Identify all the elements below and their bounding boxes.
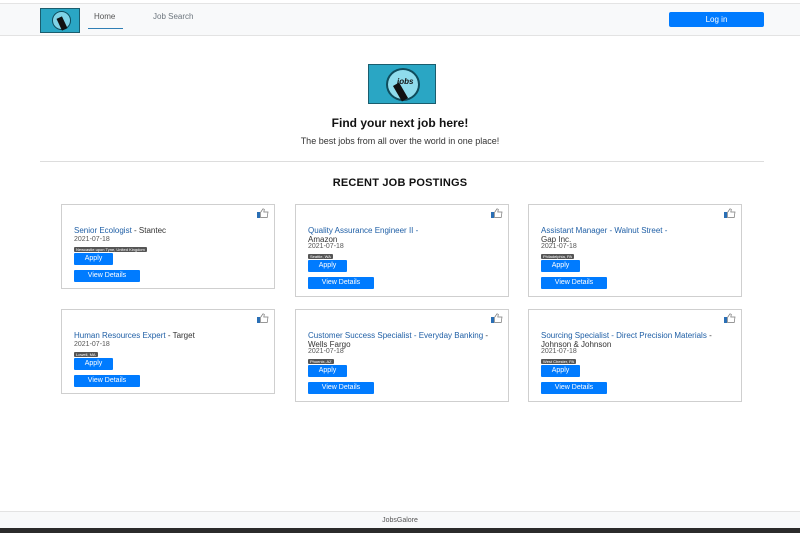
job-title-line: Assistant Manager - Walnut Street - Gap … [541,226,731,244]
login-button[interactable]: Log in [669,12,764,27]
thumbs-up-icon[interactable] [724,208,736,218]
view-details-button[interactable]: View Details [74,375,140,387]
job-title-line: Customer Success Specialist - Everyday B… [308,331,498,349]
view-details-button[interactable]: View Details [308,277,374,289]
thumbs-up-icon[interactable] [257,208,269,218]
job-date: 2021-07-18 [541,348,577,355]
apply-button[interactable]: Apply [74,253,113,265]
job-date: 2021-07-18 [74,236,110,243]
nav-active-indicator [88,28,123,29]
job-card: Quality Assurance Engineer II - Amazon 2… [295,204,509,297]
jobs-logo-icon[interactable] [40,8,80,33]
apply-button[interactable]: Apply [74,358,113,370]
thumbs-up-icon[interactable] [257,313,269,323]
location-badge: Newcastle upon Tyne, United Kingdom [74,247,147,252]
job-title-link[interactable]: Senior Ecologist [74,226,132,235]
thumbs-up-icon[interactable] [491,313,503,323]
view-details-button[interactable]: View Details [541,277,607,289]
job-title-link[interactable]: Customer Success Specialist - Everyday B… [308,331,483,340]
footer: JobsGalore [0,511,800,528]
hero-logo: jobs [368,64,436,104]
title-separator: - [131,226,139,235]
job-title-link[interactable]: Sourcing Specialist - Direct Precision M… [541,331,707,340]
apply-button[interactable]: Apply [541,365,580,377]
nav-home-link[interactable]: Home [94,12,115,21]
job-date: 2021-07-18 [74,341,110,348]
job-title-link[interactable]: Quality Assurance Engineer II [308,226,413,235]
title-separator: - [706,331,712,340]
title-separator: - [165,331,173,340]
job-date: 2021-07-18 [308,348,344,355]
job-title-link[interactable]: Assistant Manager - Walnut Street [541,226,663,235]
job-card: Human Resources Expert - Target 2021-07-… [61,309,275,394]
title-separator: - [413,226,419,235]
page-subtitle: The best jobs from all over the world in… [300,136,500,146]
apply-button[interactable]: Apply [541,260,580,272]
apply-button[interactable]: Apply [308,365,347,377]
title-separator: - [662,226,668,235]
taskbar-strip [0,528,800,533]
location-badge: Seattle, WA [308,254,333,259]
page-title: Find your next job here! [331,116,469,130]
job-date: 2021-07-18 [541,243,577,250]
section-title: RECENT JOB POSTINGS [332,177,468,189]
job-title-line: Quality Assurance Engineer II - Amazon [308,226,498,244]
navbar: Home Job Search Log in [0,4,800,36]
job-card: Assistant Manager - Walnut Street - Gap … [528,204,742,297]
thumbs-up-icon[interactable] [491,208,503,218]
job-date: 2021-07-18 [308,243,344,250]
view-details-button[interactable]: View Details [541,382,607,394]
nav-job-search-link[interactable]: Job Search [153,12,193,21]
location-badge: Lowell, MA [74,352,98,357]
job-company: Target [172,331,195,340]
job-title-line: Sourcing Specialist - Direct Precision M… [541,331,731,349]
job-card: Sourcing Specialist - Direct Precision M… [528,309,742,402]
view-details-button[interactable]: View Details [74,270,140,282]
thumbs-up-icon[interactable] [724,313,736,323]
job-title-line: Human Resources Expert - Target [74,331,264,340]
view-details-button[interactable]: View Details [308,382,374,394]
location-badge: West Chester, PA [541,359,577,364]
apply-button[interactable]: Apply [308,260,347,272]
location-badge: Phoenix, AZ [308,359,334,364]
footer-brand: JobsGalore [382,517,418,524]
job-title-link[interactable]: Human Resources Expert [74,331,166,340]
job-title-line: Senior Ecologist - Stantec [74,226,264,235]
title-separator: - [483,331,489,340]
section-divider [40,161,764,162]
location-badge: Philadelphia, PA [541,254,575,259]
job-company: Stantec [138,226,167,235]
job-card: Customer Success Specialist - Everyday B… [295,309,509,402]
job-card: Senior Ecologist - Stantec 2021-07-18 Ne… [61,204,275,289]
